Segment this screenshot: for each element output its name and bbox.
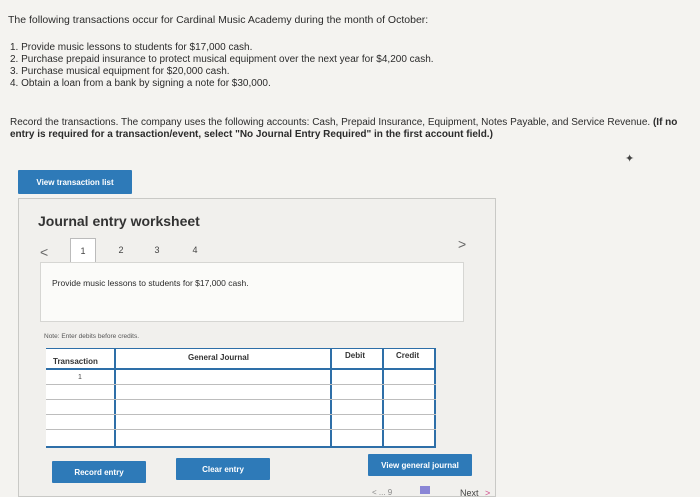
transaction-description: Provide music lessons to students for $1… — [52, 278, 249, 288]
table-col-divider — [434, 348, 436, 448]
page-indicator: < ... 9 — [372, 488, 393, 497]
next-arrow-icon: > — [485, 488, 491, 497]
debit-credit-note: Note: Enter debits before credits. — [44, 333, 140, 340]
table-top-border — [46, 348, 436, 349]
next-button[interactable]: Next > — [460, 488, 490, 497]
table-bottom-border — [46, 446, 436, 448]
record-text: Record the transactions. The company use… — [10, 117, 651, 128]
table-row-line — [46, 429, 436, 430]
view-transaction-list-button[interactable]: View transaction list — [18, 170, 132, 194]
step-4: 4. Obtain a loan from a bank by signing … — [10, 78, 271, 89]
tab-3[interactable]: 3 — [144, 240, 170, 260]
record-entry-button[interactable]: Record entry — [52, 461, 146, 483]
transaction-description-box — [40, 262, 464, 322]
step-1: 1. Provide music lessons to students for… — [10, 42, 253, 53]
step-2: 2. Purchase prepaid insurance to protect… — [10, 54, 434, 65]
table-row-line — [46, 384, 436, 385]
clear-entry-button[interactable]: Clear entry — [176, 458, 270, 480]
transaction-steps: 1. Provide music lessons to students for… — [10, 42, 434, 90]
transaction-column-header: Transaction — [53, 357, 98, 366]
debit-column-header: Debit — [345, 351, 365, 360]
mouse-cursor-icon: ✦ — [625, 153, 635, 165]
tab-2[interactable]: 2 — [108, 240, 134, 260]
problem-intro: The following transactions occur for Car… — [8, 14, 429, 26]
table-header-border — [46, 368, 436, 370]
table-col-divider — [382, 348, 384, 448]
general-journal-column-header: General Journal — [188, 353, 249, 362]
record-instructions: Record the transactions. The company use… — [10, 117, 690, 141]
transaction-number: 1 — [78, 374, 82, 381]
table-col-divider — [114, 348, 116, 448]
table-row-line — [46, 399, 436, 400]
next-label: Next — [460, 488, 479, 497]
grid-icon[interactable] — [420, 486, 430, 494]
prev-chevron-icon[interactable]: < — [40, 244, 48, 260]
next-chevron-icon[interactable]: > — [458, 236, 466, 252]
journal-entry-table — [46, 348, 436, 448]
tab-1[interactable]: 1 — [70, 238, 96, 262]
view-general-journal-button[interactable]: View general journal — [368, 454, 472, 476]
credit-column-header: Credit — [396, 351, 420, 360]
tab-4[interactable]: 4 — [182, 240, 208, 260]
step-3: 3. Purchase musical equipment for $20,00… — [10, 66, 230, 77]
worksheet-title: Journal entry worksheet — [38, 213, 200, 229]
table-col-divider — [330, 348, 332, 448]
table-row-line — [46, 414, 436, 415]
